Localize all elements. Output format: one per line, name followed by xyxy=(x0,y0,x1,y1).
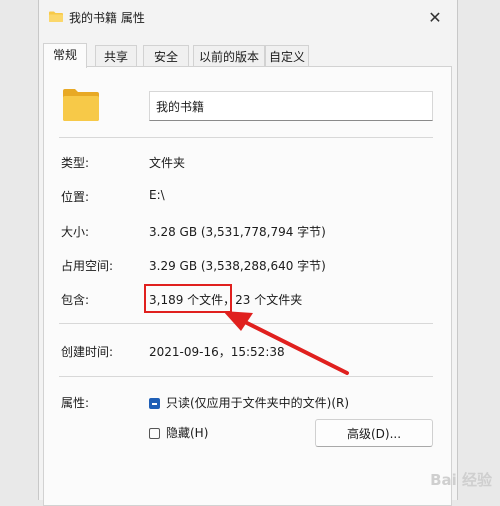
size-label: 大小: xyxy=(61,225,90,239)
location-value: E:\ xyxy=(149,188,165,202)
advanced-button[interactable]: 高级(D)... xyxy=(315,419,433,447)
title-bar[interactable]: 我的书籍 属性 ✕ xyxy=(39,0,457,34)
tab-previous-versions[interactable]: 以前的版本 xyxy=(193,45,265,67)
hidden-label[interactable]: 隐藏(H) xyxy=(166,424,208,441)
tab-bar: 常规 共享 安全 以前的版本 自定义 xyxy=(43,43,453,68)
properties-dialog: 我的书籍 属性 ✕ 常规 共享 安全 以前的版本 自定义 类型: 文件夹 位置:… xyxy=(38,0,458,506)
folder-name-input[interactable] xyxy=(149,91,433,121)
tab-security[interactable]: 安全 xyxy=(143,45,189,67)
folder-icon xyxy=(49,11,63,22)
size-value: 3.28 GB (3,531,778,794 字节) xyxy=(149,225,326,239)
tab-customize[interactable]: 自定义 xyxy=(265,45,309,67)
type-label: 类型: xyxy=(61,156,90,170)
type-value: 文件夹 xyxy=(149,156,186,170)
close-icon: ✕ xyxy=(428,7,442,27)
location-label: 位置: xyxy=(61,190,90,204)
created-label: 创建时间: xyxy=(61,345,114,359)
readonly-label[interactable]: 只读(仅应用于文件夹中的文件)(R) xyxy=(166,394,349,411)
hidden-checkbox[interactable] xyxy=(149,428,160,439)
folder-icon xyxy=(63,89,99,121)
tab-sharing[interactable]: 共享 xyxy=(95,45,137,67)
size-on-disk-label: 占用空间: xyxy=(61,259,114,273)
general-panel: 类型: 文件夹 位置: E:\ 大小: 3.28 GB (3,531,778,7… xyxy=(43,66,452,506)
annotation-arrow-icon xyxy=(223,311,349,375)
contains-label: 包含: xyxy=(61,293,90,307)
watermark: Bai 经验 xyxy=(430,471,492,489)
tab-general[interactable]: 常规 xyxy=(43,43,87,68)
divider xyxy=(59,137,433,138)
close-button[interactable]: ✕ xyxy=(413,0,457,34)
readonly-checkbox[interactable] xyxy=(149,398,160,409)
attributes-label: 属性: xyxy=(61,396,90,410)
window-title: 我的书籍 属性 xyxy=(69,11,145,25)
size-on-disk-value: 3.29 GB (3,538,288,640 字节) xyxy=(149,259,326,273)
